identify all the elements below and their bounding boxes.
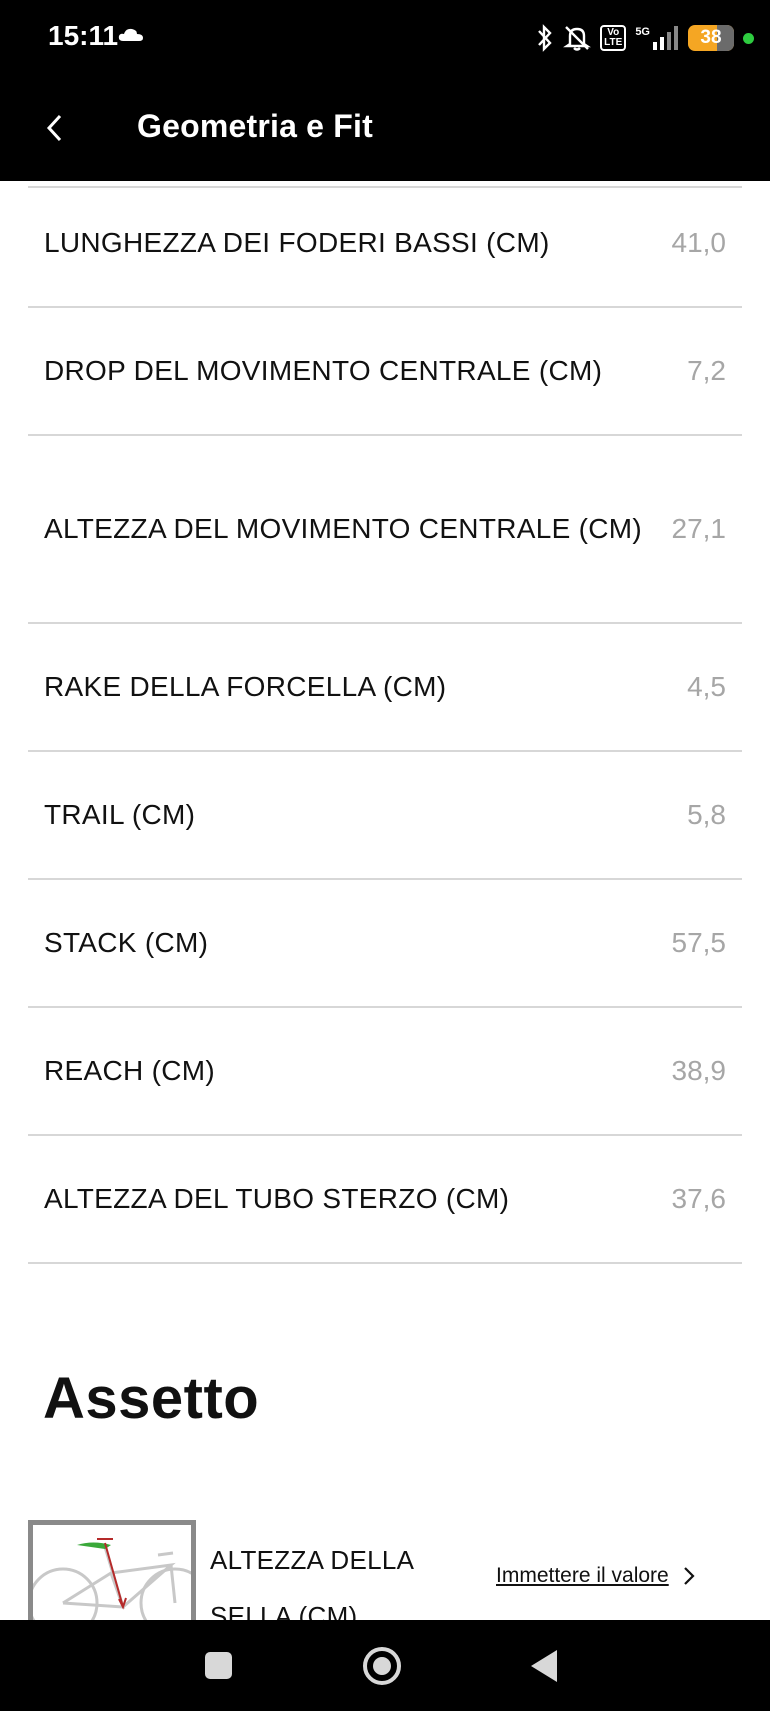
enter-value-link[interactable]: Immettere il valore <box>496 1564 695 1588</box>
geometry-value: 57,5 <box>671 927 727 958</box>
chevron-right-icon <box>683 1567 695 1585</box>
list-item: LUNGHEZZA DEI FODERI BASSI (CM) 41,0 <box>28 180 742 308</box>
list-item: STACK (CM) 57,5 <box>28 880 742 1008</box>
bell-off-icon <box>563 26 592 51</box>
list-item: TRAIL (CM) 5,8 <box>28 752 742 880</box>
geometry-label: RAKE DELLA FORCELLA (CM) <box>44 671 447 702</box>
signal-icon <box>653 26 678 50</box>
geometry-value: 27,1 <box>671 513 727 544</box>
network-type: 5G <box>635 26 650 38</box>
geometry-list: LUNGHEZZA DEI FODERI BASSI (CM) 41,0 DRO… <box>28 186 742 1264</box>
back-button[interactable] <box>36 106 72 150</box>
list-item: REACH (CM) 38,9 <box>28 1008 742 1136</box>
fit-item-saddle-height[interactable]: ALTEZZA DELLA SELLA (CM) Immettere il va… <box>28 1520 742 1631</box>
bike-saddle-height-icon <box>28 1520 196 1620</box>
recents-icon[interactable] <box>205 1652 232 1679</box>
geometry-value: 41,0 <box>671 227 727 258</box>
home-icon[interactable] <box>363 1647 401 1685</box>
geometry-value: 37,6 <box>671 1183 727 1214</box>
geometry-label: STACK (CM) <box>44 927 209 958</box>
back-icon[interactable] <box>531 1650 557 1682</box>
status-time: 15:11 <box>48 20 119 51</box>
volte-icon: Vo LTE <box>600 25 627 51</box>
geometry-label: LUNGHEZZA DEI FODERI BASSI (CM) <box>44 227 550 258</box>
geometry-label: DROP DEL MOVIMENTO CENTRALE (CM) <box>44 355 603 386</box>
geometry-value: 38,9 <box>671 1055 727 1086</box>
list-item: ALTEZZA DEL TUBO STERZO (CM) 37,6 <box>28 1136 742 1264</box>
cloud-icon <box>118 28 143 41</box>
chevron-left-icon <box>46 114 62 142</box>
geometry-value: 5,8 <box>687 799 726 830</box>
page-title: Geometria e Fit <box>137 108 373 144</box>
status-icons: Vo LTE 5G 38 <box>536 22 754 54</box>
battery-level: 38 <box>700 27 722 48</box>
dot-icon <box>743 32 754 44</box>
section-title: Assetto <box>43 1366 260 1431</box>
geometry-label: ALTEZZA DEL MOVIMENTO CENTRALE (CM) <box>44 513 643 544</box>
app-header: Geometria e Fit <box>0 76 770 181</box>
system-nav-bar <box>0 1620 770 1711</box>
geometry-value: 4,5 <box>687 671 726 702</box>
list-item: ALTEZZA DEL MOVIMENTO CENTRALE (CM) 27,1 <box>28 436 742 624</box>
battery-icon: 38 <box>688 25 734 51</box>
bluetooth-icon <box>538 24 552 52</box>
geometry-label: TRAIL (CM) <box>44 799 196 830</box>
enter-value-text: Immettere il valore <box>496 1564 669 1587</box>
list-item: DROP DEL MOVIMENTO CENTRALE (CM) 7,2 <box>28 308 742 436</box>
list-item: RAKE DELLA FORCELLA (CM) 4,5 <box>28 624 742 752</box>
status-bar: 15:11 Vo LTE 5G 38 <box>0 0 770 76</box>
geometry-label: REACH (CM) <box>44 1055 215 1086</box>
geometry-label: ALTEZZA DEL TUBO STERZO (CM) <box>44 1183 510 1214</box>
geometry-value: 7,2 <box>687 355 726 386</box>
